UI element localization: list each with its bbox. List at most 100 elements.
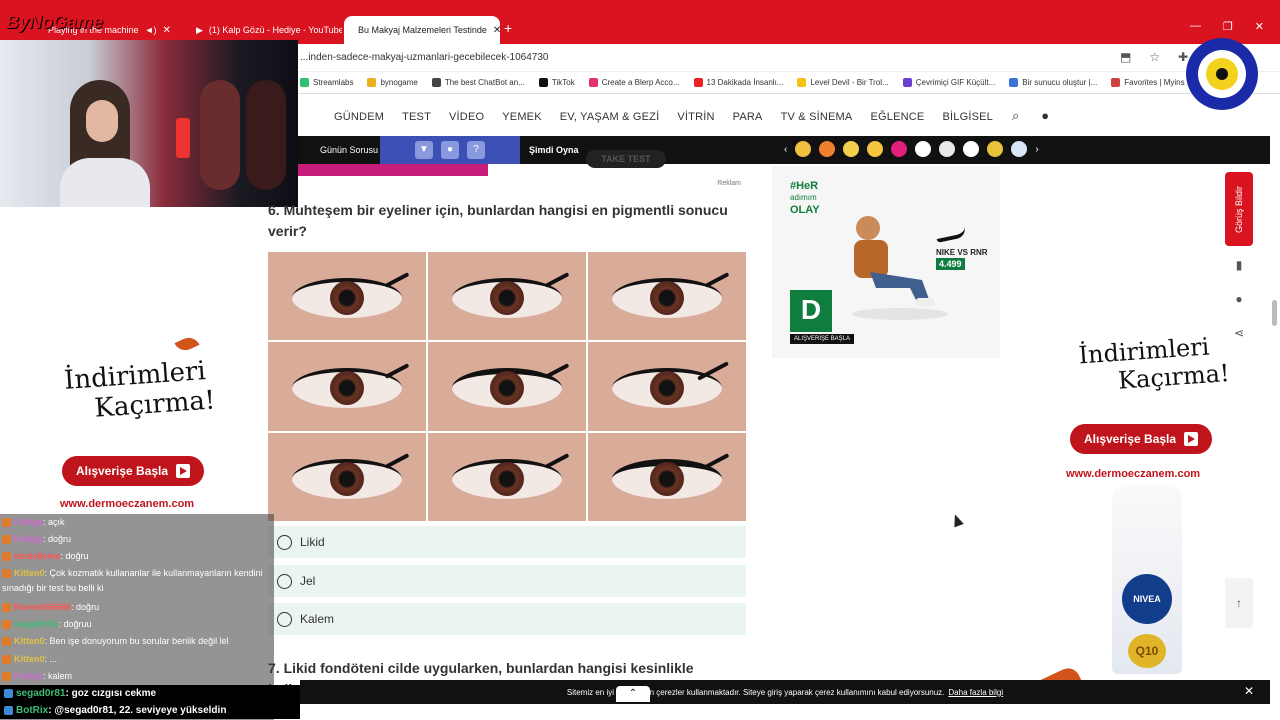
- bookmark-item[interactable]: Create a Blerp Acco...: [588, 78, 680, 87]
- chat-username[interactable]: Febiga: [14, 671, 43, 681]
- close-icon[interactable]: ✕: [493, 25, 500, 36]
- scrollbar-thumb[interactable]: [1272, 300, 1277, 326]
- tab-3-active[interactable]: Bu Makyaj Malzemeleri Testinde ✕: [344, 16, 500, 44]
- nav-item[interactable]: GÜNDEM: [334, 111, 384, 123]
- snowflake-icon[interactable]: [1011, 141, 1028, 157]
- left-ad-shop-button[interactable]: Alışverişe Başla: [62, 456, 205, 486]
- url-field[interactable]: ...inden-sadece-makyaj-uzmanlari-gecebil…: [300, 52, 548, 63]
- maximize-icon[interactable]: ❐: [1223, 20, 1233, 33]
- answer-option-jel[interactable]: Jel: [268, 565, 746, 597]
- chat-username[interactable]: ebulalleme: [14, 551, 61, 561]
- nav-item[interactable]: VİDEO: [449, 111, 484, 123]
- close-icon[interactable]: ✕: [1244, 684, 1254, 698]
- chat-username[interactable]: Kitten0: [14, 636, 45, 646]
- mute-icon[interactable]: ◄): [145, 25, 157, 35]
- badge-icon[interactable]: [891, 141, 908, 157]
- play-icon: [1184, 432, 1199, 446]
- chat-username[interactable]: Kitten0: [14, 568, 45, 578]
- stream-logo: ByNoGame: [6, 12, 104, 32]
- daily-question-link[interactable]: Günün Sorusu: [320, 145, 378, 155]
- nav-item[interactable]: PARA: [733, 111, 763, 123]
- radio-button[interactable]: [277, 573, 292, 589]
- close-window-icon[interactable]: ✕: [1255, 20, 1264, 33]
- nav-item[interactable]: EV, YAŞAM & GEZİ: [560, 111, 660, 123]
- comment-icon[interactable]: ●: [1229, 292, 1249, 312]
- heart-eyes-icon[interactable]: [819, 141, 836, 157]
- model-image: [852, 216, 948, 320]
- chat-username[interactable]: segad0r81: [16, 688, 65, 699]
- search-icon[interactable]: ⌕: [1012, 108, 1019, 124]
- nav-item[interactable]: VİTRİN: [677, 111, 714, 123]
- bookmark-item[interactable]: Streamlabs: [300, 78, 353, 87]
- streamer-face: [86, 100, 118, 142]
- scroll-top-button[interactable]: ↑: [1225, 578, 1253, 628]
- right-ad-shop-button[interactable]: Alışverişe Başla: [1070, 424, 1213, 454]
- eyeliner-image: [428, 432, 586, 521]
- deichmann-ad[interactable]: #HeR adımım OLAY NIKE VS RNR 4.499 D ALI…: [772, 166, 1000, 358]
- chat-username[interactable]: Kitten0: [14, 654, 45, 664]
- nav-item[interactable]: YEMEK: [502, 111, 542, 123]
- promo-banner[interactable]: ▼ ● ?: [380, 136, 520, 164]
- chat-text: : ...: [44, 654, 58, 664]
- bookmark-item[interactable]: TikTok: [538, 78, 575, 87]
- bookmark-item[interactable]: bynogame: [367, 78, 418, 87]
- chat-text: : açık: [43, 517, 65, 527]
- share-icon[interactable]: ⋖: [1229, 326, 1249, 346]
- nav-item[interactable]: EĞLENCE: [870, 111, 924, 123]
- chat-username[interactable]: Febiga: [14, 534, 43, 544]
- badge-icon[interactable]: [987, 141, 1004, 157]
- bookmark-icon[interactable]: ▮: [1229, 258, 1249, 278]
- install-icon[interactable]: ⬒: [1120, 50, 1131, 64]
- ad-label: Reklam: [717, 180, 741, 187]
- tiktok-icon: [538, 78, 548, 87]
- evil-eye-icon: [1186, 38, 1258, 110]
- nav-icons: ⌕ ●: [1012, 108, 1049, 124]
- chat-username[interactable]: Raven666666: [14, 602, 71, 612]
- cookie-more-link[interactable]: Daha fazla bilgi: [948, 688, 1003, 697]
- chat-username[interactable]: segad0r81: [14, 619, 59, 629]
- left-ad-url[interactable]: www.dermoeczanem.com: [60, 498, 194, 510]
- ok-badge-icon[interactable]: [963, 141, 980, 157]
- answer-option-likid[interactable]: Likid: [268, 526, 746, 558]
- plus-badge-icon[interactable]: [915, 141, 932, 157]
- user-icon[interactable]: ●: [1041, 108, 1049, 124]
- extensions-icon[interactable]: ✚: [1178, 50, 1188, 64]
- ad-banner-pink[interactable]: [298, 164, 488, 176]
- tab-title: (1) Kalp Gözü - Hediye - YouTube: [208, 25, 342, 35]
- play-now-button[interactable]: Şimdi Oyna: [529, 145, 579, 155]
- badge-icon[interactable]: [939, 141, 956, 157]
- bookmark-item[interactable]: Çevrimiçi GIF Küçült...: [902, 78, 995, 87]
- emoji-icon[interactable]: [795, 141, 812, 157]
- chat-message: Febiga: kalem: [2, 668, 272, 685]
- radio-button[interactable]: [277, 534, 292, 550]
- game-icon: [797, 78, 807, 87]
- chevron-right-icon[interactable]: ›: [1035, 144, 1038, 155]
- chevron-up-icon[interactable]: ⌃: [616, 686, 650, 702]
- eyeliner-image: [428, 342, 586, 431]
- bookmark-item[interactable]: 13 Dakikada İnsanlı...: [693, 78, 783, 87]
- nav-item[interactable]: TV & SİNEMA: [781, 111, 853, 123]
- chat-username[interactable]: BotRix: [16, 705, 48, 716]
- bookmark-star-icon[interactable]: ☆: [1149, 50, 1160, 64]
- radio-button[interactable]: [277, 611, 292, 627]
- chat-username[interactable]: Febiga: [14, 517, 43, 527]
- chevron-left-icon[interactable]: ‹: [784, 144, 787, 155]
- nav-item[interactable]: TEST: [402, 111, 431, 123]
- feedback-button[interactable]: Görüş Bildir: [1225, 172, 1253, 246]
- eyeliner-image: [588, 252, 746, 341]
- deichmann-cta[interactable]: ALIŞVERİŞE BAŞLA: [790, 334, 855, 344]
- right-ad-url[interactable]: www.dermoeczanem.com: [1066, 468, 1200, 480]
- new-tab-icon[interactable]: +: [504, 20, 512, 36]
- answer-option-kalem[interactable]: Kalem: [268, 603, 746, 635]
- bookmark-item[interactable]: The best ChatBot an...: [431, 78, 525, 87]
- minimize-icon[interactable]: —: [1190, 20, 1201, 33]
- nav-item[interactable]: BİLGİSEL: [942, 111, 993, 123]
- close-icon[interactable]: ✕: [162, 25, 170, 36]
- bookmark-item[interactable]: Bir sunucu oluştur |...: [1009, 78, 1097, 87]
- sad-emoji-icon[interactable]: [843, 141, 860, 157]
- bookmark-item[interactable]: Favorites | Myins: [1111, 78, 1185, 87]
- window-controls: — ❐ ✕: [1190, 20, 1264, 33]
- bookmark-item[interactable]: Level Devil - Bir Trol...: [797, 78, 889, 87]
- laugh-emoji-icon[interactable]: [867, 141, 884, 157]
- leaf-decoration: [174, 333, 200, 355]
